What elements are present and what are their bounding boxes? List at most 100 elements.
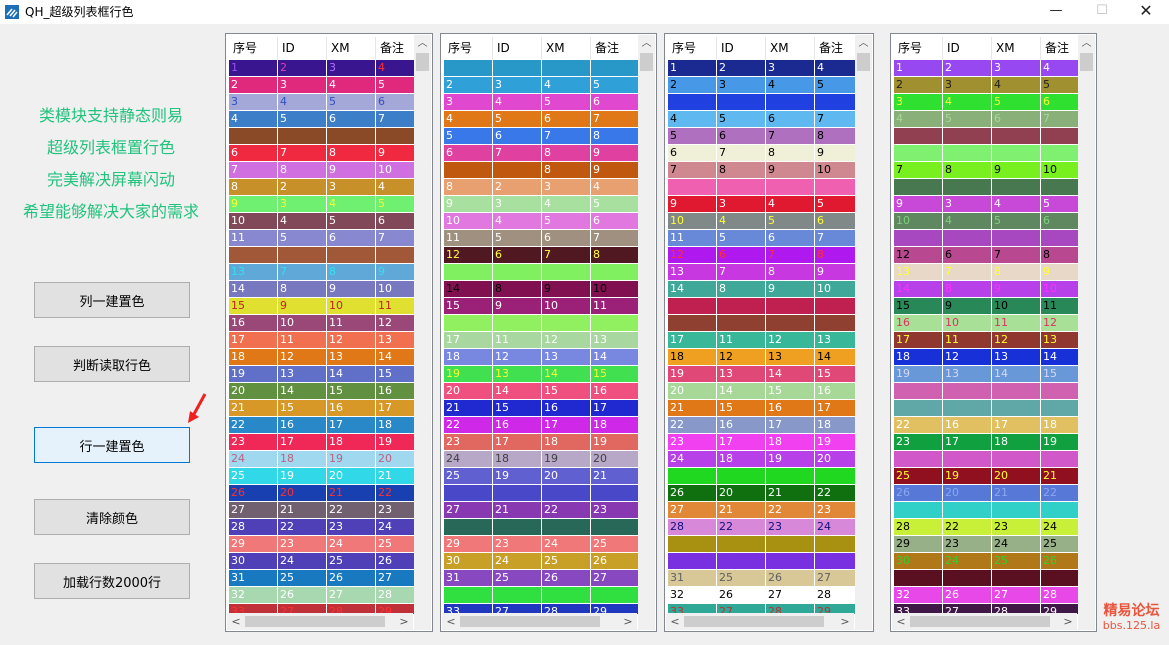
column-header-remark[interactable]: 备注 (591, 37, 640, 59)
horizontal-scrollbar[interactable]: < > (227, 613, 413, 630)
table-row[interactable]: 21 15 16 17 (444, 400, 640, 417)
horizontal-scrollbar[interactable]: < > (892, 613, 1077, 630)
table-row[interactable]: 22 16 17 18 (444, 417, 640, 434)
load-rows-button[interactable]: 加载行数2000行 (34, 563, 190, 599)
scroll-up-icon[interactable]: ︿ (638, 37, 655, 51)
table-row[interactable]: 2345 (229, 77, 425, 94)
table-row[interactable]: 21 15 16 17 (229, 400, 425, 417)
table-row[interactable]: 6789 (444, 145, 640, 162)
column-header-xm[interactable]: XM (992, 37, 1041, 59)
table-row[interactable]: 15 9 10 11 (444, 298, 640, 315)
table-row[interactable]: 1234 (444, 60, 640, 77)
table-row[interactable]: 20 14 15 16 (229, 383, 425, 400)
vertical-scroll-thumb[interactable] (857, 53, 870, 71)
table-row[interactable]: 28 22 23 24 (668, 519, 864, 536)
table-row[interactable]: 29 23 24 25 (894, 536, 1090, 553)
table-row[interactable]: 30 24 25 26 (229, 553, 425, 570)
table-row[interactable]: 23 17 18 19 (444, 434, 640, 451)
table-row[interactable]: 26 20 21 22 (668, 485, 864, 502)
table-row[interactable]: 19 13 14 15 (894, 366, 1090, 383)
table-row[interactable]: 19 13 14 15 (444, 366, 640, 383)
horizontal-scroll-thumb[interactable] (910, 616, 1050, 627)
table-row[interactable]: 23 17 18 19 (668, 434, 864, 451)
horizontal-scroll-thumb[interactable] (684, 616, 824, 627)
table-row[interactable]: 20 14 15 16 (894, 383, 1090, 400)
table-row[interactable]: 4567 (444, 111, 640, 128)
row-set-color-button[interactable]: 行一建置色 (34, 427, 190, 463)
scroll-right-icon[interactable]: > (621, 613, 635, 630)
table-row[interactable]: 32 26 27 28 (444, 587, 640, 604)
table-row[interactable]: 2345 (894, 77, 1090, 94)
table-row[interactable]: 22 16 17 18 (894, 417, 1090, 434)
table-row[interactable]: 1234 (668, 60, 864, 77)
table-row[interactable]: 28 22 23 24 (444, 519, 640, 536)
read-row-color-button[interactable]: 判断读取行色 (34, 346, 190, 382)
table-row[interactable]: 10 4 5 6 (229, 213, 425, 230)
table-row[interactable]: 7 8 9 10 (894, 162, 1090, 179)
table-row[interactable]: 25 19 20 21 (668, 468, 864, 485)
table-row[interactable]: 2345 (668, 77, 864, 94)
table-row[interactable]: 24 18 19 20 (444, 451, 640, 468)
super-listbox-4[interactable]: 序号 ID XM 备注 1234234534564567567867897891… (890, 33, 1097, 632)
table-row[interactable]: 30 24 25 26 (894, 553, 1090, 570)
table-row[interactable]: 15 9 10 11 (229, 298, 425, 315)
horizontal-scroll-thumb[interactable] (245, 616, 385, 627)
table-row[interactable]: 28 22 23 24 (229, 519, 425, 536)
table-row[interactable]: 27 21 22 23 (668, 502, 864, 519)
table-row[interactable]: 24 18 19 20 (894, 451, 1090, 468)
table-row[interactable]: 31 25 26 27 (229, 570, 425, 587)
column-header-index[interactable]: 序号 (229, 37, 278, 59)
table-row[interactable]: 24 18 19 20 (229, 451, 425, 468)
column-header-id[interactable]: ID (717, 37, 766, 59)
table-row[interactable]: 7 8 9 10 (229, 162, 425, 179)
close-button[interactable]: ✕ (1123, 0, 1169, 24)
table-row[interactable]: 8234 (894, 179, 1090, 196)
table-row[interactable]: 18 12 13 14 (894, 349, 1090, 366)
table-row[interactable]: 21 15 16 17 (668, 400, 864, 417)
table-row[interactable]: 2345 (444, 77, 640, 94)
table-row[interactable]: 9345 (229, 196, 425, 213)
scroll-up-icon[interactable]: ︿ (855, 37, 872, 51)
table-row[interactable]: 20 14 15 16 (668, 383, 864, 400)
table-row[interactable]: 27 21 22 23 (894, 502, 1090, 519)
table-row[interactable]: 31 25 26 27 (668, 570, 864, 587)
column-header-xm[interactable]: XM (542, 37, 591, 59)
column-header-xm[interactable]: XM (766, 37, 815, 59)
table-row[interactable]: 11 5 6 7 (894, 230, 1090, 247)
table-row[interactable]: 11 5 6 7 (444, 230, 640, 247)
vertical-scrollbar[interactable]: ︿ (414, 35, 431, 613)
table-row[interactable]: 18 12 13 14 (668, 349, 864, 366)
table-row[interactable]: 13 7 8 9 (668, 264, 864, 281)
minimize-button[interactable]: — (1033, 0, 1079, 24)
table-row[interactable]: 5678 (444, 128, 640, 145)
table-row[interactable]: 15 9 10 11 (894, 298, 1090, 315)
table-row[interactable]: 7 8 9 10 (668, 162, 864, 179)
table-row[interactable]: 10 4 5 6 (444, 213, 640, 230)
vertical-scroll-thumb[interactable] (1080, 53, 1093, 71)
table-row[interactable]: 20 14 15 16 (444, 383, 640, 400)
column-header-xm[interactable]: XM (327, 37, 376, 59)
table-row[interactable]: 19 13 14 15 (229, 366, 425, 383)
column-header-id[interactable]: ID (278, 37, 327, 59)
scroll-left-icon[interactable]: < (444, 613, 458, 630)
table-row[interactable]: 6789 (894, 145, 1090, 162)
maximize-button[interactable]: ☐ (1079, 0, 1125, 24)
table-row[interactable]: 4567 (894, 111, 1090, 128)
table-row[interactable]: 12 6 7 8 (894, 247, 1090, 264)
table-row[interactable]: 13 7 8 9 (444, 264, 640, 281)
table-row[interactable]: 22 16 17 18 (668, 417, 864, 434)
horizontal-scroll-thumb[interactable] (460, 616, 600, 627)
table-row[interactable]: 4567 (668, 111, 864, 128)
table-row[interactable]: 26 20 21 22 (229, 485, 425, 502)
table-row[interactable] (668, 94, 864, 111)
table-row[interactable]: 12 6 7 8 (229, 247, 425, 264)
table-row[interactable]: 12 6 7 8 (444, 247, 640, 264)
table-row[interactable]: 25 19 20 21 (894, 468, 1090, 485)
super-listbox-2[interactable]: 序号 ID XM 备注 1234234534564567567867897898… (440, 33, 657, 632)
table-row[interactable] (444, 315, 640, 332)
vertical-scrollbar[interactable]: ︿ (1078, 35, 1095, 613)
table-row[interactable]: 5678 (229, 128, 425, 145)
column-header-index[interactable]: 序号 (668, 37, 717, 59)
horizontal-scrollbar[interactable]: < > (442, 613, 637, 630)
table-row[interactable]: 14 8 9 10 (668, 281, 864, 298)
